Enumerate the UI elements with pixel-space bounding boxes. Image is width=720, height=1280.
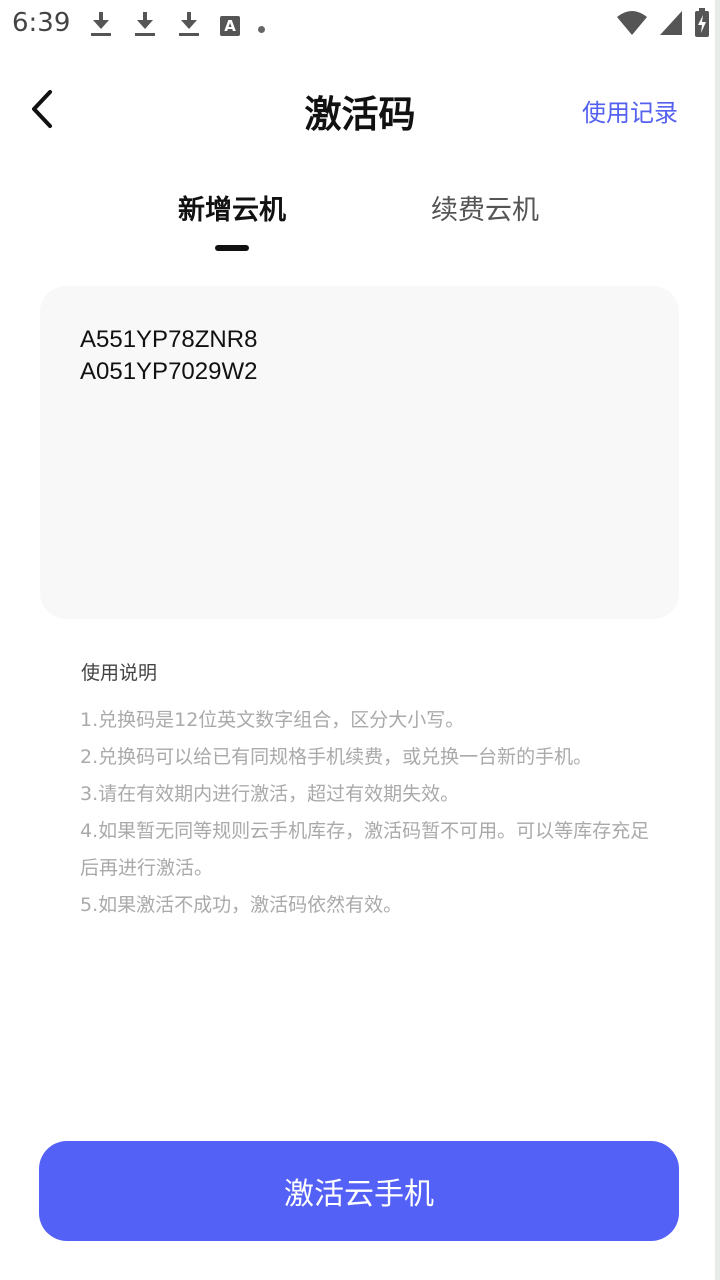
wifi-icon [617,11,647,35]
instructions-list: 1.兑换码是12位英文数字组合，区分大小写。 2.兑换码可以给已有同规格手机续费… [80,702,650,924]
system-icons [616,8,710,38]
notification-icons: A [88,10,265,38]
tab-new-cloud-phone[interactable]: 新增云机 [178,188,286,227]
activation-code-line: A551YP78ZNR8 [80,326,258,353]
tab-renew-cloud-phone[interactable]: 续费云机 [431,188,539,227]
instructions-title: 使用说明 [81,662,158,684]
instruction-item: 3.请在有效期内进行激活，超过有效期失效。 [80,783,460,805]
dot-icon [258,25,265,33]
usage-record-link[interactable]: 使用记录 [582,93,678,128]
a-icon: A [220,16,240,36]
instruction-item: 1.兑换码是12位英文数字组合，区分大小写。 [80,709,465,731]
instruction-item: 5.如果激活不成功，激活码依然有效。 [80,894,403,916]
download-icon [132,10,158,38]
activate-cloud-phone-button[interactable]: 激活云手机 [39,1141,679,1241]
signal-icon [660,11,682,35]
tab-bar: 新增云机 续费云机 [0,178,720,258]
activation-code-input[interactable]: A551YP78ZNR8 A051YP7029W2 [40,286,679,619]
active-tab-indicator [215,245,249,251]
instruction-item: 4.如果暂无同等规则云手机库存，激活码暂不可用。可以等库存充足后再进行激活。 [80,820,650,879]
status-time: 6:39 [12,8,71,38]
instruction-item: 2.兑换码可以给已有同规格手机续费，或兑换一台新的手机。 [80,746,593,768]
status-bar: 6:39 A [0,0,720,48]
top-app-bar: 激活码 使用记录 [0,60,720,160]
battery-charging-icon [695,8,709,37]
activation-code-line: A051YP7029W2 [80,358,258,385]
download-icon [88,10,114,38]
download-icon [176,10,202,38]
